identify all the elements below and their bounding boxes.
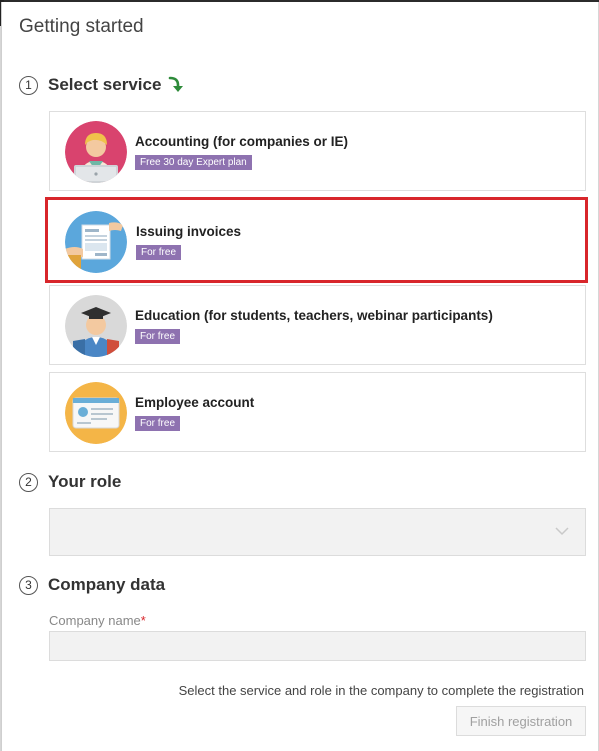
service-badge: For free xyxy=(135,329,181,344)
step-your-role: 2 Your role xyxy=(19,472,121,492)
step-company-data: 3 Company data xyxy=(19,575,165,595)
step-title: Company data xyxy=(48,575,166,594)
step-title: Select service xyxy=(48,75,162,94)
service-badge: For free xyxy=(136,245,182,260)
arrow-down-icon xyxy=(169,76,184,92)
service-card-issuing-invoices[interactable]: Issuing invoices For free xyxy=(45,197,588,283)
company-name-input[interactable] xyxy=(49,631,586,661)
service-title: Education (for students, teachers, webin… xyxy=(135,308,493,323)
service-title: Employee account xyxy=(135,395,255,410)
company-name-label-text: Company name xyxy=(49,613,141,628)
accountant-avatar-icon xyxy=(65,121,127,183)
getting-started-dialog: Getting started 1 Select service Account… xyxy=(1,2,598,751)
step-number: 3 xyxy=(19,575,38,595)
dialog-title: Getting started xyxy=(19,16,144,37)
service-badge: For free xyxy=(135,416,181,431)
step-select-service: 1 Select service xyxy=(19,75,184,95)
step-title: Your role xyxy=(48,472,122,491)
required-mark: * xyxy=(140,613,146,628)
service-title: Issuing invoices xyxy=(136,224,242,239)
chevron-down-icon xyxy=(555,527,569,536)
company-name-label: Company name* xyxy=(49,613,146,628)
registration-hint: Select the service and role in the compa… xyxy=(178,683,584,698)
finish-registration-button[interactable]: Finish registration xyxy=(456,706,586,736)
invoice-avatar-icon xyxy=(65,211,127,273)
service-title: Accounting (for companies or IE) xyxy=(135,134,349,149)
graduate-avatar-icon xyxy=(65,295,127,357)
service-card-accounting[interactable]: Accounting (for companies or IE) Free 30… xyxy=(49,111,586,191)
step-number: 2 xyxy=(19,472,38,492)
role-select[interactable] xyxy=(49,508,586,556)
service-card-education[interactable]: Education (for students, teachers, webin… xyxy=(49,285,586,365)
service-card-employee[interactable]: Employee account For free xyxy=(49,372,586,452)
service-badge: Free 30 day Expert plan xyxy=(135,155,252,170)
employee-card-avatar-icon xyxy=(65,382,127,444)
step-number: 1 xyxy=(19,75,38,95)
